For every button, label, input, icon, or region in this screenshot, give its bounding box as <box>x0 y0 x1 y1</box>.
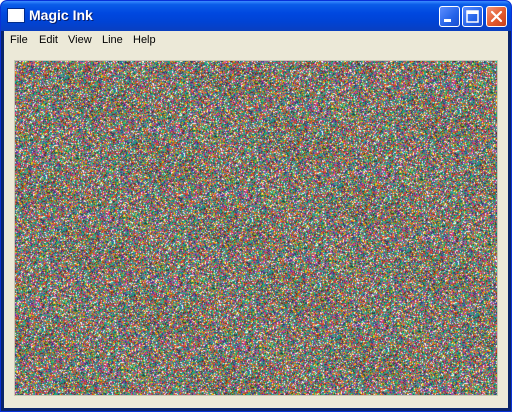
minimize-icon <box>444 19 451 22</box>
menu-bar: File Edit View Line Help <box>4 31 508 51</box>
app-window: Magic Ink File Edit View Line Help <box>0 0 512 412</box>
app-icon[interactable] <box>8 9 24 22</box>
menu-view[interactable]: View <box>68 34 92 46</box>
maximize-icon <box>466 10 479 23</box>
window-frame: File Edit View Line Help <box>4 31 508 408</box>
maximize-button[interactable] <box>462 6 483 27</box>
menu-edit[interactable]: Edit <box>39 34 58 46</box>
client-area <box>4 51 508 408</box>
drawing-canvas-frame <box>14 60 498 396</box>
title-bar[interactable]: Magic Ink <box>1 1 511 31</box>
menu-line[interactable]: Line <box>102 34 123 46</box>
minimize-button[interactable] <box>439 6 460 27</box>
menu-file[interactable]: File <box>10 34 28 46</box>
window-title: Magic Ink <box>29 7 93 23</box>
close-button[interactable] <box>486 6 507 27</box>
menu-help[interactable]: Help <box>133 34 156 46</box>
close-icon <box>490 10 503 23</box>
drawing-canvas[interactable] <box>15 61 497 395</box>
